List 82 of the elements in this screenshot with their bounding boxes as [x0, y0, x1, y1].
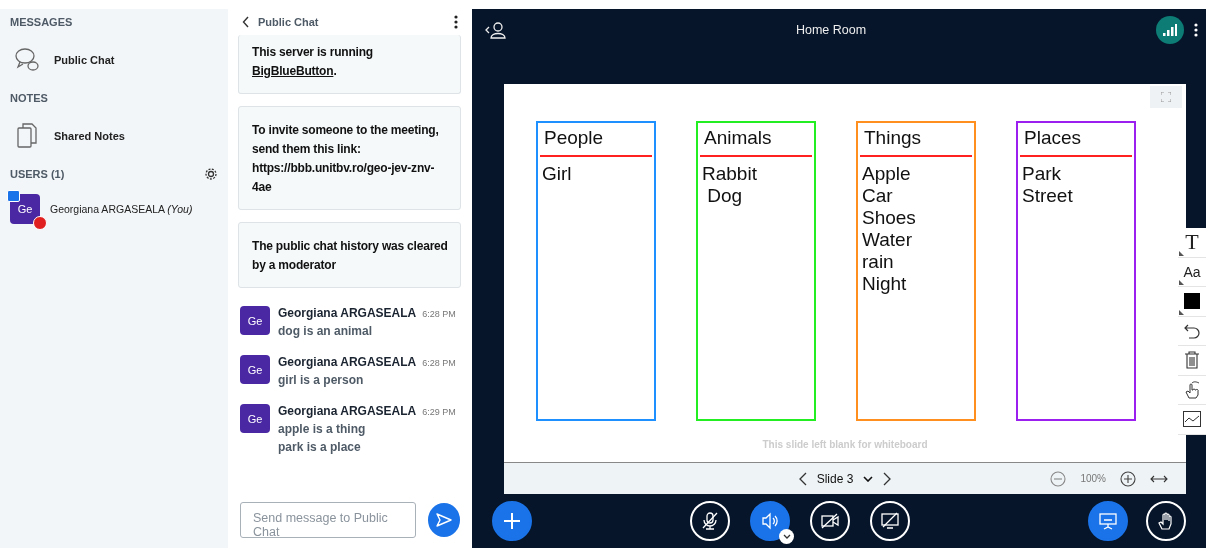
font-size-tool[interactable]: Aa [1178, 257, 1206, 287]
send-icon [436, 513, 453, 527]
message-input[interactable]: Send message to Public Chat [240, 502, 417, 538]
category-entry: Apple [862, 163, 912, 185]
sidebar-item[interactable]: Public Chat [10, 35, 218, 85]
signal-bars-icon [1163, 24, 1177, 36]
meeting-title: Home Room [794, 23, 868, 37]
line-chart-icon[interactable] [1183, 411, 1201, 428]
chat-title: Public Chat [258, 16, 320, 28]
category-heading: People [540, 123, 652, 157]
hand-pointer-icon[interactable] [1183, 380, 1201, 399]
category-entry: Dog [706, 185, 744, 207]
more-options-icon[interactable] [1194, 23, 1198, 37]
settings-icon[interactable] [204, 167, 218, 181]
slide-selector[interactable]: Slide 3 [816, 471, 854, 486]
back-icon[interactable] [242, 16, 250, 28]
message-author: Georgiana ARGASEALA [278, 306, 417, 320]
user-avatar: Ge [240, 355, 270, 384]
system-message: To invite someone to the meeting, send them this link: https://bbb.unitbv.ro/geo-jev-znv-4ae [238, 106, 461, 210]
screen-button[interactable] [870, 501, 910, 541]
more-options-icon[interactable] [454, 15, 458, 29]
plus-icon [503, 512, 521, 530]
category-heading: Things [860, 123, 972, 157]
speaker-icon [760, 511, 780, 531]
fit-width-icon[interactable] [1150, 474, 1168, 483]
presentation-button[interactable] [1088, 501, 1128, 541]
message-text: girl is a person [278, 373, 365, 387]
screen-share-off-icon [880, 511, 900, 531]
submenu-indicator-icon [1179, 250, 1184, 256]
actions-button[interactable] [492, 501, 532, 541]
system-message: This server is running BigBlueButton. [238, 35, 461, 94]
category-entry: Shoes [862, 207, 917, 229]
documents-icon [14, 122, 40, 150]
connection-status-button[interactable] [1156, 16, 1184, 44]
camera-button[interactable] [810, 501, 850, 541]
message-text: dog is an animal [278, 324, 374, 338]
trash-icon[interactable] [1184, 351, 1200, 370]
presentation-icon [1098, 511, 1118, 531]
section-title: NOTES [10, 92, 48, 104]
mic-button[interactable] [690, 501, 730, 541]
category-entry: Street [1022, 185, 1074, 207]
zoom-level: 100% [1080, 473, 1106, 484]
submenu-indicator-icon [1179, 309, 1184, 315]
category-heading: Animals [700, 123, 812, 157]
message-text: apple is a thing [278, 422, 367, 436]
section-title: USERS (1) [10, 168, 65, 180]
message-author: Georgiana ARGASEALA [278, 404, 417, 418]
category-entry: Girl [542, 163, 573, 185]
raise-hand-button[interactable] [1146, 501, 1186, 541]
message-time: 6:28 PM [422, 309, 456, 319]
color-swatch-icon[interactable] [1184, 293, 1200, 310]
category-entry: rain [862, 251, 895, 273]
category-entry: Park [1022, 163, 1063, 185]
message-text: park is a place [278, 440, 362, 454]
user-name[interactable]: Georgiana ARGASEALA (You) [50, 203, 193, 215]
chat-bubbles-icon [14, 46, 40, 74]
fullscreen-icon [1161, 92, 1171, 102]
caret-icon[interactable] [779, 529, 794, 544]
sidebar-item[interactable]: Shared Notes [10, 111, 218, 161]
caret-icon[interactable] [863, 475, 874, 482]
zoom-out-icon[interactable] [1050, 470, 1067, 487]
next-slide-icon[interactable] [883, 471, 892, 486]
user-avatar: Ge [240, 306, 270, 335]
category-entry: Car [862, 185, 894, 207]
message-author: Georgiana ARGASEALA [278, 355, 417, 369]
category-entry: Water [862, 229, 913, 251]
category-entry: Night [862, 273, 908, 295]
category-entry: Rabbit [702, 163, 758, 185]
system-message: The public chat history was cleared by a moderator [238, 222, 461, 288]
message-time: 6:29 PM [422, 407, 456, 417]
previous-slide-icon[interactable] [798, 471, 807, 486]
muted-mic-icon [700, 511, 720, 531]
text-tool[interactable]: T [1178, 228, 1206, 258]
section-title: MESSAGES [10, 16, 73, 28]
user-avatar: Ge [240, 404, 270, 433]
user-list-toggle-icon[interactable] [484, 21, 506, 39]
send-button[interactable] [428, 503, 460, 537]
message-time: 6:28 PM [422, 358, 456, 368]
camera-off-icon [820, 511, 840, 531]
zoom-in-icon[interactable] [1120, 470, 1136, 487]
category-heading: Places [1020, 123, 1132, 157]
submenu-indicator-icon [1179, 280, 1184, 285]
